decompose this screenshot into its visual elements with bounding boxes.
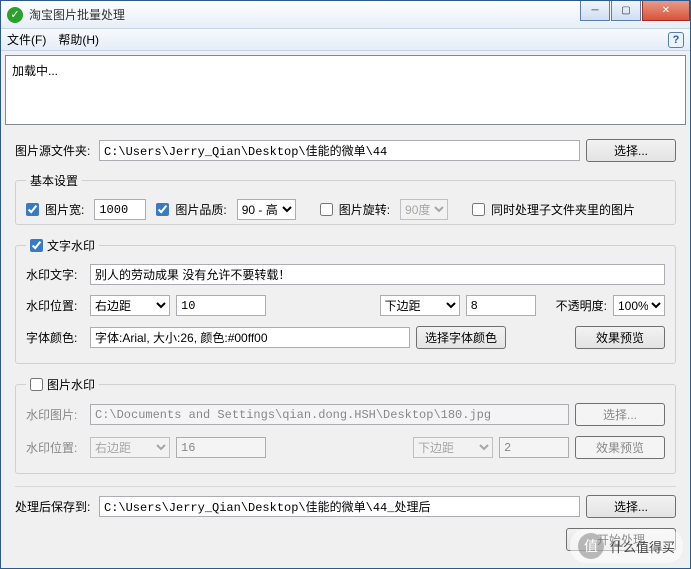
output-path-input[interactable] xyxy=(99,496,580,517)
output-row: 处理后保存到: 选择... xyxy=(15,495,676,518)
wm-text-label: 水印文字: xyxy=(26,266,84,283)
img-wm-legend[interactable]: 图片水印 xyxy=(26,376,99,393)
app-window: ✓ 淘宝图片批量处理 ─ ▢ ✕ 文件(F) 帮助(H) ? 加载中... 图片… xyxy=(0,0,691,569)
watermark-overlay: 值 什么值得买 xyxy=(570,529,683,563)
titlebar[interactable]: ✓ 淘宝图片批量处理 ─ ▢ ✕ xyxy=(1,1,690,29)
wm-pos-label: 水印位置: xyxy=(26,297,84,314)
wm-hoff-input[interactable] xyxy=(176,295,266,316)
width-checkbox-label[interactable]: 图片宽: xyxy=(26,201,84,218)
subfolder-label: 同时处理子文件夹里的图片 xyxy=(491,201,635,218)
img-preview-button: 效果预览 xyxy=(575,436,665,459)
help-icon[interactable]: ? xyxy=(668,32,684,48)
rotate-checkbox[interactable] xyxy=(320,203,333,216)
img-wm-vpos-select: 下边距 xyxy=(413,437,493,458)
menubar: 文件(F) 帮助(H) ? xyxy=(1,29,690,51)
minimize-button[interactable]: ─ xyxy=(580,1,610,21)
img-wm-hpos-select: 右边距 xyxy=(90,437,170,458)
subfolder-checkbox-label[interactable]: 同时处理子文件夹里的图片 xyxy=(472,201,635,218)
window-controls: ─ ▢ ✕ xyxy=(579,1,690,28)
img-wm-hoff-input xyxy=(176,437,266,458)
menu-help[interactable]: 帮助(H) xyxy=(58,31,99,48)
quality-checkbox-label[interactable]: 图片品质: xyxy=(156,201,226,218)
text-preview-button[interactable]: 效果预览 xyxy=(575,326,665,349)
overlay-icon: 值 xyxy=(578,533,604,559)
img-wm-path-input xyxy=(90,404,569,425)
separator xyxy=(15,486,676,487)
text-watermark-group: 文字水印 水印文字: 水印位置: 右边距 下边距 不透明度: 100% xyxy=(15,237,676,364)
basic-settings-group: 基本设置 图片宽: 图片品质: 90 - 高 图片旋转: xyxy=(15,172,676,225)
overlay-text: 什么值得买 xyxy=(610,537,675,556)
quality-select[interactable]: 90 - 高 xyxy=(237,199,296,220)
wm-hpos-select[interactable]: 右边距 xyxy=(90,295,170,316)
form-area: 图片源文件夹: 选择... 基本设置 图片宽: 图片品质: 90 - 高 xyxy=(5,133,686,567)
img-wm-img-label: 水印图片: xyxy=(26,406,84,423)
wm-voff-input[interactable] xyxy=(466,295,536,316)
source-browse-button[interactable]: 选择... xyxy=(586,139,676,162)
quality-label: 图片品质: xyxy=(175,201,226,218)
source-row: 图片源文件夹: 选择... xyxy=(15,139,676,162)
subfolder-checkbox[interactable] xyxy=(472,203,485,216)
opacity-select[interactable]: 100% xyxy=(613,295,665,316)
output-label: 处理后保存到: xyxy=(15,498,93,515)
window-title: 淘宝图片批量处理 xyxy=(29,6,579,23)
wm-vpos-select[interactable]: 下边距 xyxy=(380,295,460,316)
width-input[interactable] xyxy=(94,199,146,220)
image-watermark-group: 图片水印 水印图片: 选择... 水印位置: 右边距 下边距 效果预览 xyxy=(15,376,676,474)
basic-legend: 基本设置 xyxy=(26,172,82,189)
text-wm-checkbox[interactable] xyxy=(30,239,43,252)
loading-panel: 加载中... xyxy=(5,55,686,125)
img-wm-checkbox[interactable] xyxy=(30,378,43,391)
wm-text-input[interactable] xyxy=(90,264,665,285)
app-icon: ✓ xyxy=(7,7,23,23)
width-checkbox[interactable] xyxy=(26,203,39,216)
font-select-button[interactable]: 选择字体颜色 xyxy=(416,326,506,349)
source-path-input[interactable] xyxy=(99,140,580,161)
img-wm-browse-button: 选择... xyxy=(575,403,665,426)
text-wm-legend[interactable]: 文字水印 xyxy=(26,237,99,254)
source-label: 图片源文件夹: xyxy=(15,142,93,159)
font-label: 字体颜色: xyxy=(26,329,84,346)
rotate-label: 图片旋转: xyxy=(339,201,390,218)
font-desc-input[interactable] xyxy=(90,327,410,348)
img-wm-pos-label: 水印位置: xyxy=(26,439,84,456)
img-wm-voff-input xyxy=(499,437,569,458)
content-area: 加载中... 图片源文件夹: 选择... 基本设置 图片宽: xyxy=(1,51,690,568)
menu-file[interactable]: 文件(F) xyxy=(7,31,46,48)
loading-text: 加载中... xyxy=(12,64,58,78)
width-label: 图片宽: xyxy=(45,201,84,218)
quality-checkbox[interactable] xyxy=(156,203,169,216)
output-browse-button[interactable]: 选择... xyxy=(586,495,676,518)
rotate-checkbox-label[interactable]: 图片旋转: xyxy=(320,201,390,218)
rotate-select: 90度 xyxy=(400,199,448,220)
close-button[interactable]: ✕ xyxy=(642,1,690,21)
opacity-label: 不透明度: xyxy=(556,297,607,314)
maximize-button[interactable]: ▢ xyxy=(611,1,641,21)
